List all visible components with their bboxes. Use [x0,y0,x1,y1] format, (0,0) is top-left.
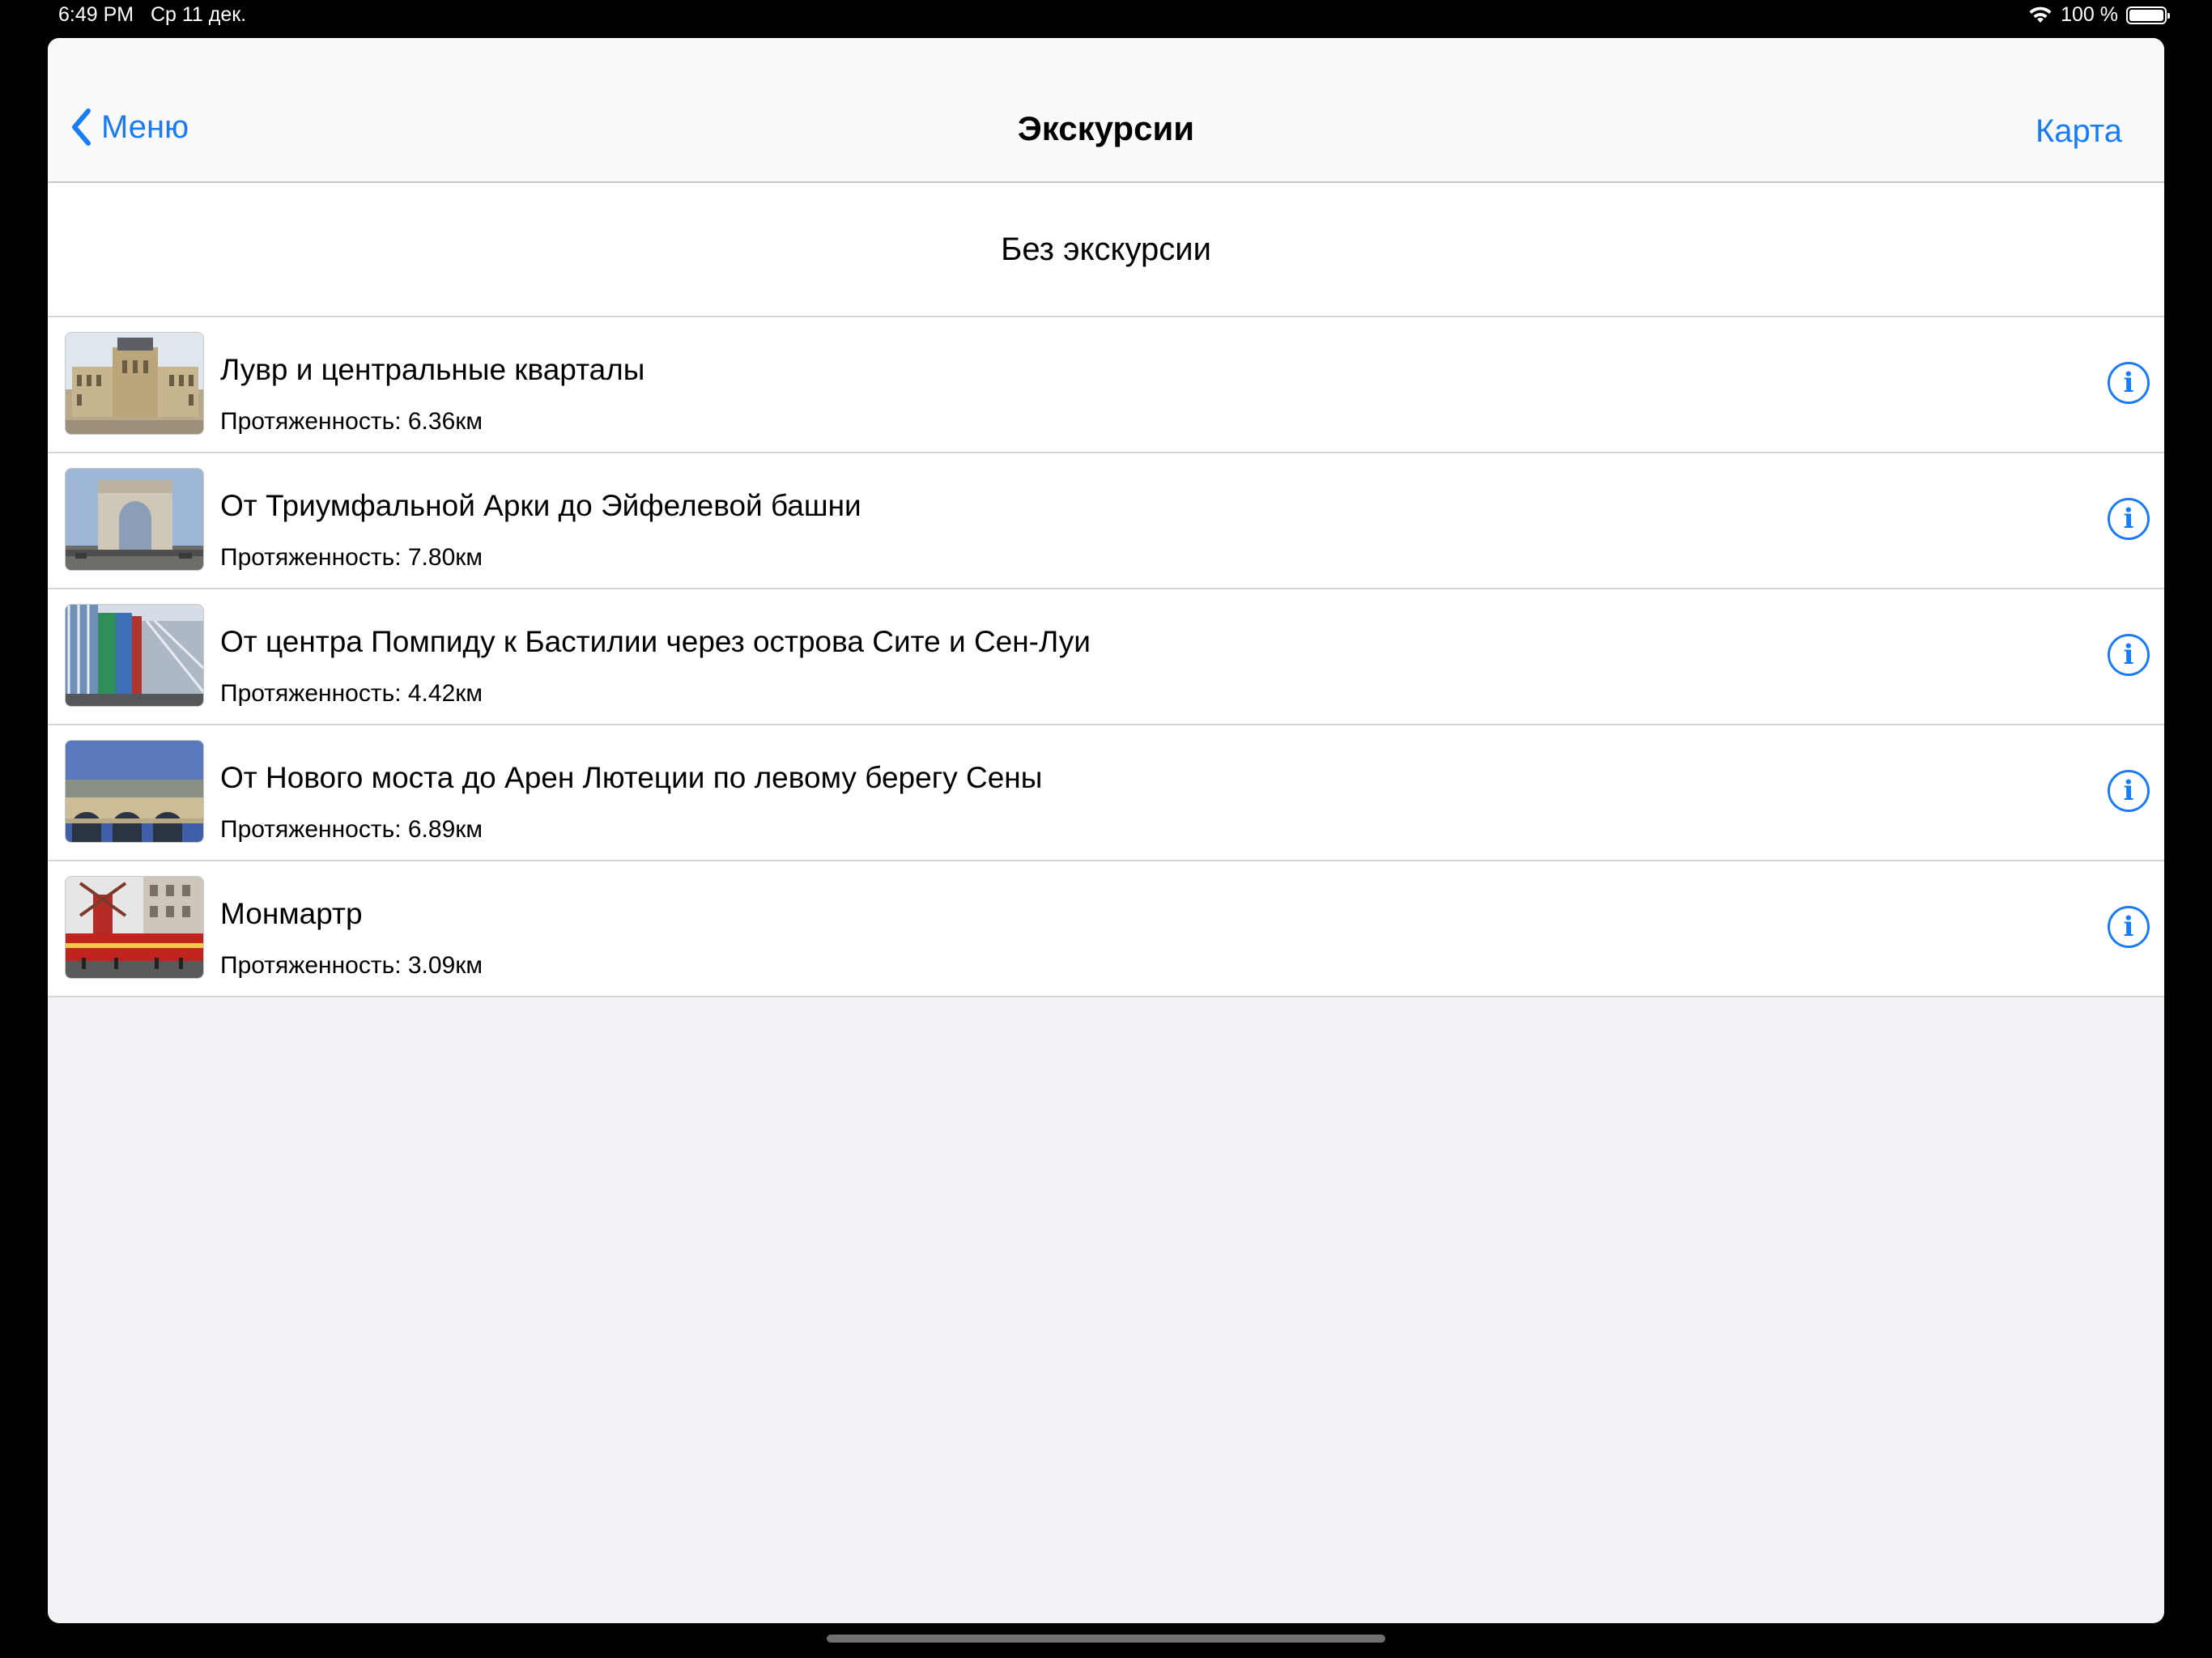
navigation-bar: Меню Экскурсии Карта [48,38,2164,183]
battery-percent: 100 % [2061,3,2118,26]
app-window: Меню Экскурсии Карта Без экскурсии Лувр … [48,38,2164,1623]
tour-row-arc[interactable]: От Триумфальной Арки до Эйфелевой башни … [48,453,2164,589]
tour-title: Лувр и центральные кварталы [220,353,645,386]
info-icon[interactable]: i [2108,770,2150,812]
tour-title: От Нового моста до Арен Лютеции по левом… [220,761,1043,794]
home-indicator[interactable] [827,1635,1385,1643]
status-time-date: 6:49 PM Ср 11 дек. [58,3,246,27]
map-button[interactable]: Карта [2035,113,2122,150]
info-icon[interactable]: i [2108,906,2150,948]
tour-length: Протяженность: 6.36км [220,408,483,435]
tour-length: Протяженность: 7.80км [220,544,483,571]
centre-pompidou-thumbnail [65,604,204,707]
status-right: 100 % [2028,3,2170,27]
tour-row-montmartre[interactable]: Монмартр Протяженность: 3.09км i [48,861,2164,997]
status-date: Ср 11 дек. [150,3,247,26]
arc-de-triomphe-thumbnail [65,468,204,571]
tour-length: Протяженность: 6.89км [220,816,483,843]
info-icon[interactable]: i [2108,634,2150,676]
pont-neuf-thumbnail [65,740,204,843]
no-tour-cell[interactable]: Без экскурсии [48,183,2164,317]
status-bar: 6:49 PM Ср 11 дек. 100 % [0,0,2212,36]
battery-icon [2126,6,2170,24]
moulin-rouge-thumbnail [65,876,204,979]
tour-title: От центра Помпиду к Бастилии через остро… [220,625,1091,658]
tour-list: Лувр и центральные кварталы Протяженност… [48,317,2164,997]
info-icon[interactable]: i [2108,362,2150,404]
tour-title: От Триумфальной Арки до Эйфелевой башни [220,489,861,522]
info-icon[interactable]: i [2108,498,2150,540]
page-title: Экскурсии [1017,109,1195,147]
tour-row-pont-neuf[interactable]: От Нового моста до Арен Лютеции по левом… [48,725,2164,861]
tour-length: Протяженность: 3.09км [220,952,483,979]
tour-row-pompidou[interactable]: От центра Помпиду к Бастилии через остро… [48,589,2164,725]
status-time: 6:49 PM [58,3,134,26]
tour-row-louvre[interactable]: Лувр и центральные кварталы Протяженност… [48,317,2164,453]
louvre-thumbnail [65,332,204,435]
tour-length: Протяженность: 4.42км [220,680,483,707]
tour-title: Монмартр [220,897,363,930]
wifi-icon [2029,6,2052,23]
